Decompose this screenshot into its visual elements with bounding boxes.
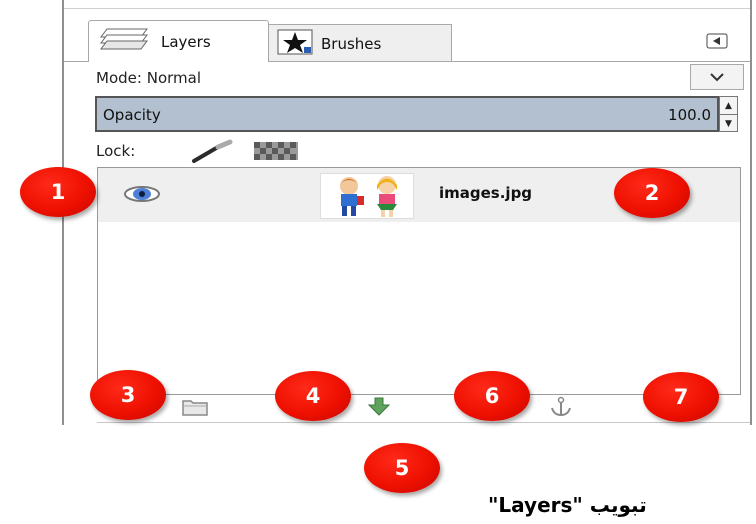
callout-1: 1 [20,167,96,217]
tab-brushes[interactable]: Brushes [268,24,452,62]
panel-right-border [750,0,752,425]
mode-label: Mode: Normal [96,69,201,87]
opacity-spinner[interactable]: ▲ ▼ [719,96,738,132]
anchor-layer-icon[interactable] [548,396,574,422]
mode-value: Normal [146,69,201,87]
opacity-slider[interactable]: Opacity 100.0 [95,96,719,132]
tab-layers[interactable]: Layers [88,20,269,62]
lock-label: Lock: [96,142,136,160]
layers-icon [97,23,153,61]
callout-5: 5 [364,443,440,493]
layer-name: images.jpg [439,184,533,202]
lock-pixels-icon[interactable] [188,139,236,169]
tab-brushes-label: Brushes [321,34,382,53]
new-group-icon[interactable] [181,396,209,422]
callout-7: 7 [643,372,719,422]
bottom-separator [97,422,750,423]
tab-menu-icon[interactable] [706,33,728,49]
eye-icon[interactable] [122,184,162,208]
mode-dropdown-button[interactable] [690,64,744,90]
callout-6: 6 [454,371,530,421]
callout-4: 4 [275,371,351,421]
lower-layer-icon[interactable] [366,396,392,422]
tab-layers-label: Layers [161,32,211,51]
brushes-icon [277,29,313,59]
lock-alpha-icon[interactable] [254,142,298,160]
opacity-value: 100.0 [668,106,711,124]
layer-thumbnail [320,173,414,219]
opacity-label: Opacity [103,106,161,124]
spin-up-icon[interactable]: ▲ [720,97,737,115]
top-separator [64,8,750,9]
callout-3: 3 [90,370,166,420]
spin-down-icon[interactable]: ▼ [720,115,737,132]
caption-text: تبويب "Layers" [488,493,647,517]
callout-2: 2 [614,168,690,218]
chevron-down-icon [710,73,724,82]
